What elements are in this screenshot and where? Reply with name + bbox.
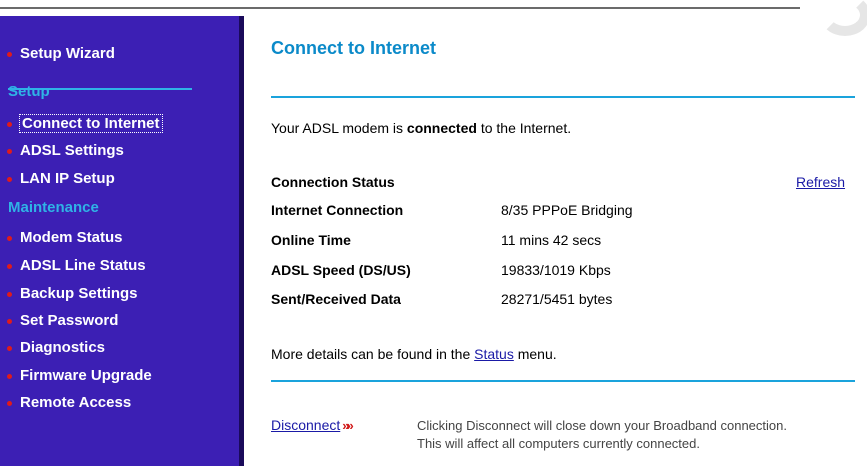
disconnect-control[interactable]: Disconnect»» (271, 417, 354, 433)
row-value-adsl-speed: 19833/1019 Kbps (501, 262, 611, 278)
sidebar-item-label: ADSL Line Status (20, 257, 146, 274)
bullet-icon (7, 346, 12, 351)
status-suffix: to the Internet. (476, 120, 572, 136)
connection-status-label: Connection Status (271, 174, 395, 190)
bullet-icon (7, 236, 12, 241)
sidebar-item-firmware-upgrade[interactable]: Firmware Upgrade (7, 365, 152, 387)
row-label-adsl-speed: ADSL Speed (DS/US) (271, 262, 411, 278)
sidebar-item-connect-to-internet[interactable]: Connect to Internet (7, 113, 163, 135)
sidebar-item-backup-settings[interactable]: Backup Settings (7, 283, 138, 305)
disconnect-note-line1: Clicking Disconnect will close down your… (417, 418, 787, 433)
sidebar-item-modem-status[interactable]: Modem Status (7, 227, 123, 249)
main-content: Connect to Internet Your ADSL modem is c… (244, 16, 867, 466)
status-menu-link[interactable]: Status (474, 346, 514, 362)
sidebar-item-adsl-settings[interactable]: ADSL Settings (7, 140, 124, 162)
sidebar-item-label: Modem Status (20, 229, 123, 246)
sidebar-item-diagnostics[interactable]: Diagnostics (7, 337, 106, 359)
details-divider (271, 380, 855, 382)
sidebar-item-adsl-line-status[interactable]: ADSL Line Status (7, 255, 146, 277)
sidebar-item-label: Set Password (20, 312, 119, 329)
sidebar-item-label: Connect to Internet (19, 114, 163, 133)
row-label-sent-received: Sent/Received Data (271, 291, 401, 307)
sidebar-item-lan-ip-setup[interactable]: LAN IP Setup (7, 168, 115, 190)
sidebar-heading-maintenance: Maintenance (8, 199, 99, 216)
page-title: Connect to Internet (271, 38, 436, 58)
disconnect-note-line2: This will affect all computers currently… (417, 436, 700, 451)
bullet-icon (7, 292, 12, 297)
sidebar: Setup Wizard Setup Connect to Internet A… (0, 16, 239, 466)
bullet-icon (7, 319, 12, 324)
sidebar-item-label: Setup Wizard (20, 45, 115, 62)
row-value-internet-connection: 8/35 PPPoE Bridging (501, 202, 633, 218)
bullet-icon (7, 52, 12, 57)
row-label-online-time: Online Time (271, 232, 351, 248)
sidebar-item-setup-wizard[interactable]: Setup Wizard (7, 43, 115, 65)
row-label-internet-connection: Internet Connection (271, 202, 404, 218)
refresh-link[interactable]: Refresh (796, 174, 845, 190)
details-prefix: More details can be found in the (271, 346, 475, 362)
bullet-icon (7, 401, 12, 406)
top-bar (0, 0, 867, 36)
sidebar-item-label: Diagnostics (20, 339, 106, 356)
sidebar-item-label: Backup Settings (20, 285, 138, 302)
bullet-icon (7, 177, 12, 182)
sidebar-item-label: LAN IP Setup (20, 170, 115, 187)
status-prefix: Your ADSL modem is (271, 120, 407, 136)
status-word: connected (406, 120, 477, 136)
bullet-icon (7, 374, 12, 379)
disconnect-link[interactable]: Disconnect (271, 417, 340, 433)
details-message: More details can be found in the Status … (271, 346, 557, 362)
sidebar-item-set-password[interactable]: Set Password (7, 310, 119, 332)
row-value-online-time: 11 mins 42 secs (501, 232, 602, 248)
row-value-sent-received: 28271/5451 bytes (501, 291, 613, 307)
top-divider (0, 7, 800, 9)
sidebar-heading-setup: Setup (8, 83, 50, 100)
sidebar-item-label: Firmware Upgrade (20, 367, 152, 384)
connection-message: Your ADSL modem is connected to the Inte… (271, 120, 571, 136)
sidebar-item-remote-access[interactable]: Remote Access (7, 392, 132, 414)
details-suffix: menu. (513, 346, 557, 362)
double-chevron-right-icon: »» (342, 418, 354, 433)
sidebar-item-label: Remote Access (20, 394, 132, 411)
bullet-icon (7, 122, 12, 127)
bullet-icon (7, 149, 12, 154)
sidebar-item-label: ADSL Settings (20, 142, 124, 159)
bullet-icon (7, 264, 12, 269)
title-divider (271, 96, 855, 98)
